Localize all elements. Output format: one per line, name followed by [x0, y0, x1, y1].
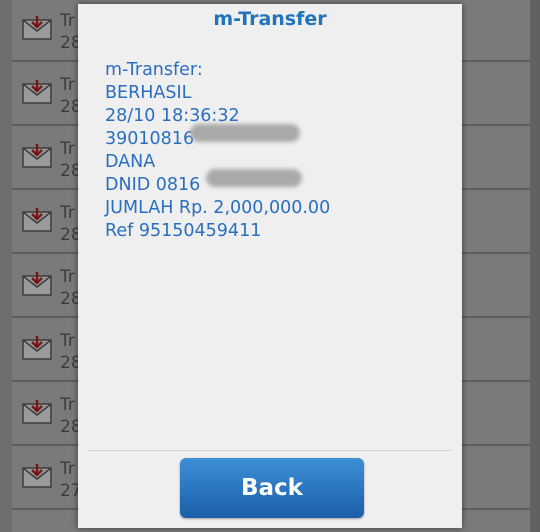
mail-icon — [22, 464, 52, 488]
mail-icon — [22, 336, 52, 360]
dialog-title: m-Transfer — [213, 8, 327, 30]
message-line: JUMLAH Rp. 2,000,000.00 — [105, 198, 331, 218]
mail-icon — [22, 144, 52, 168]
mail-icon — [22, 80, 52, 104]
message-dialog: m-Transfer m-Transfer: BERHASIL 28/10 18… — [78, 4, 462, 528]
message-body: m-Transfer: BERHASIL 28/10 18:36:32 3901… — [105, 59, 445, 243]
redaction-mark — [206, 169, 302, 187]
mail-icon — [22, 208, 52, 232]
scrollbar-track — [530, 0, 540, 532]
message-line: m-Transfer: — [105, 60, 203, 80]
mail-icon — [22, 16, 52, 40]
divider — [88, 450, 452, 451]
redaction-mark — [190, 124, 300, 142]
message-line: BERHASIL — [105, 83, 192, 103]
message-line: Ref 95150459411 — [105, 221, 262, 241]
back-button[interactable]: Back — [180, 458, 364, 518]
mail-icon — [22, 400, 52, 424]
mail-icon — [22, 272, 52, 296]
